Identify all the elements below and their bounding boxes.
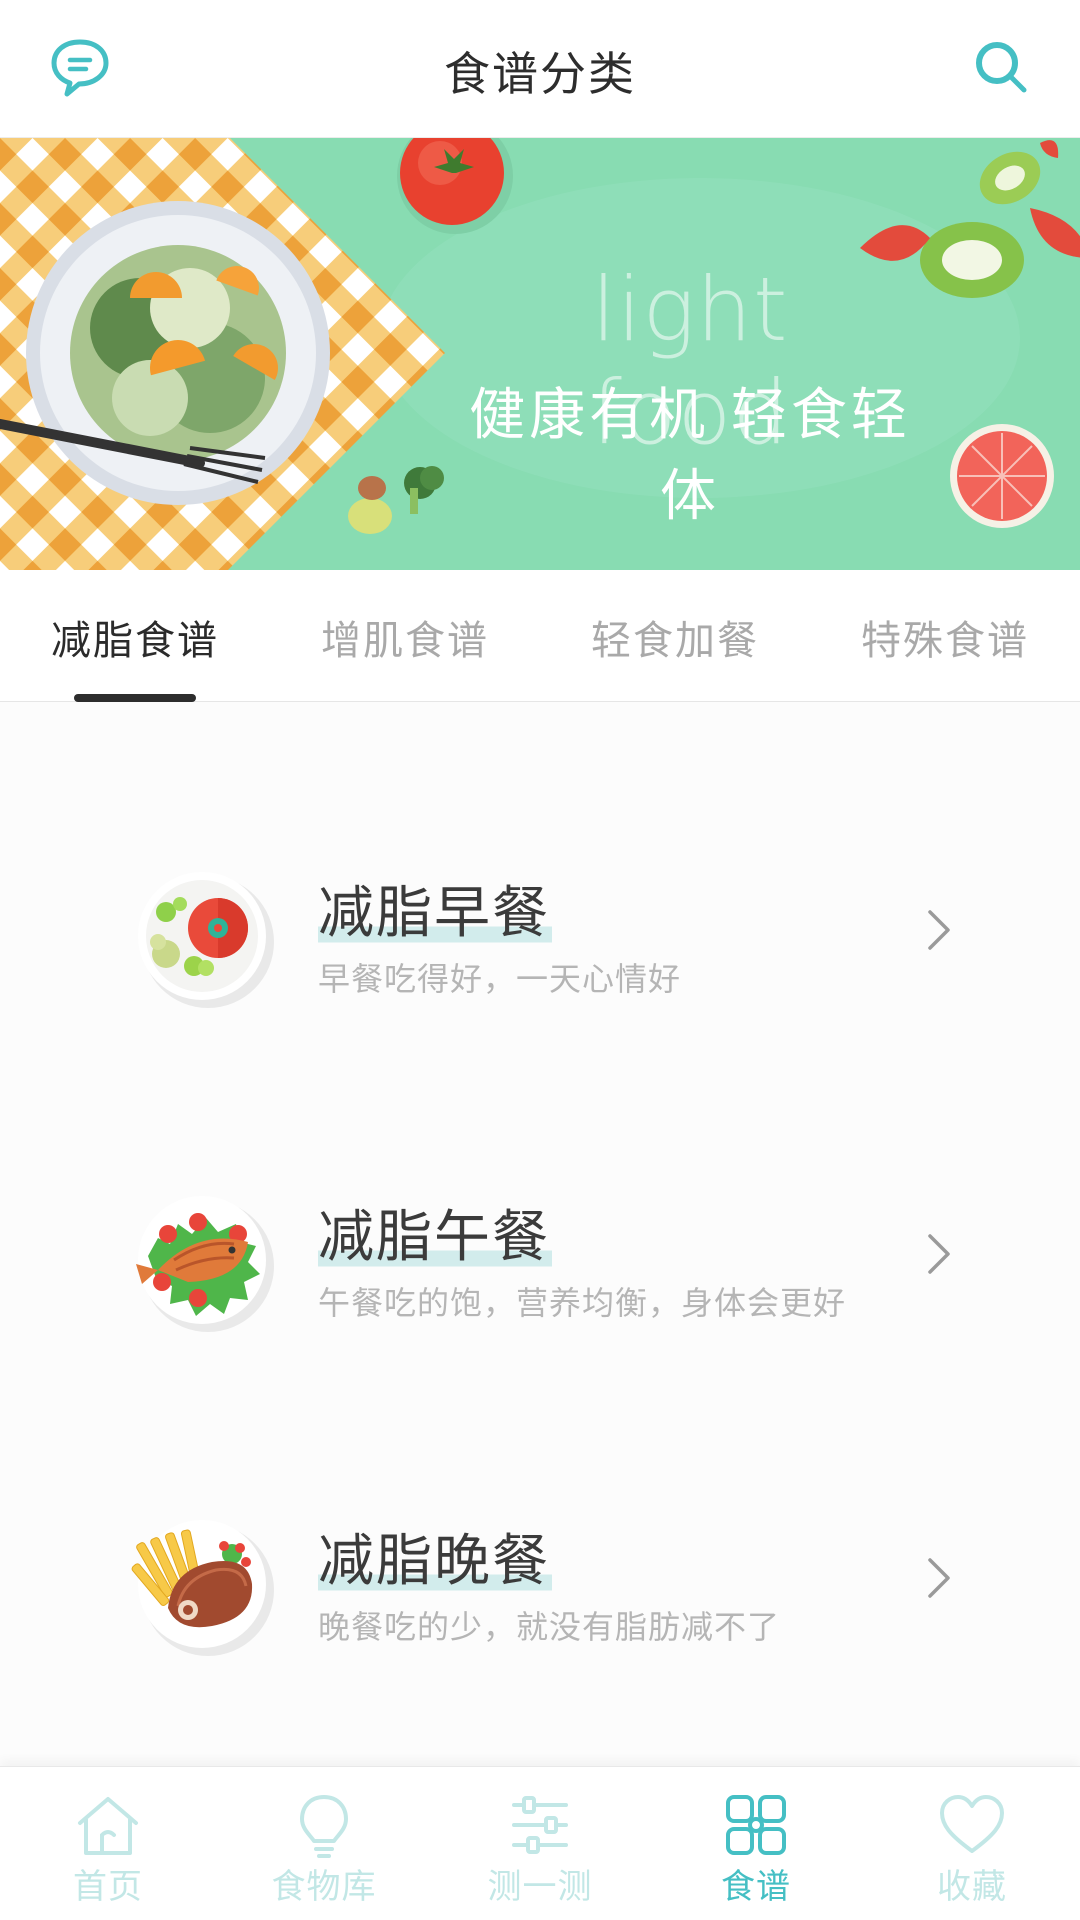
item-title: 减脂早餐: [318, 868, 552, 949]
item-title: 减脂晚餐: [318, 1516, 552, 1597]
steak-plate-icon: [131, 1520, 274, 1656]
top-app-bar: 食谱分类: [0, 0, 1080, 138]
sliders-icon: [512, 1796, 568, 1854]
nav-label: 食物库: [271, 1867, 377, 1907]
search-button[interactable]: [972, 38, 1032, 98]
nav-food-library[interactable]: 食物库: [216, 1767, 432, 1920]
tab-fat-loss[interactable]: 减脂食谱: [0, 608, 270, 666]
chevron-right-icon: [928, 1234, 950, 1274]
active-tab-indicator: [74, 694, 196, 702]
nav-home[interactable]: 首页: [0, 1767, 216, 1920]
home-icon: [78, 1797, 138, 1855]
bottom-navigation: 首页 食物库 测一测 食谱 收藏: [0, 1766, 1080, 1920]
chevron-right-icon: [928, 1558, 950, 1598]
list-item-lunch[interactable]: 减脂午餐 午餐吃的饱，营养均衡，身体会更好: [0, 1146, 1080, 1346]
heart-icon: [940, 1795, 1004, 1853]
nav-label: 收藏: [937, 1867, 1007, 1907]
item-subtitle: 晚餐吃的少，就没有脂肪减不了: [318, 1608, 781, 1646]
tab-muscle-gain[interactable]: 增肌食谱: [270, 608, 540, 666]
item-subtitle: 早餐吃得好，一天心情好: [318, 960, 682, 998]
tab-light-snack[interactable]: 轻食加餐: [540, 608, 810, 666]
nav-recipes[interactable]: 食谱: [648, 1767, 864, 1920]
app-screen: 食谱分类 light food 健康有机 轻食轻体 减脂食谱 增肌食谱 轻食加餐…: [0, 0, 1080, 1920]
nav-label: 食谱: [721, 1867, 791, 1907]
lightbulb-icon: [300, 1795, 348, 1858]
search-icon: [976, 42, 1027, 93]
list-item-breakfast[interactable]: 减脂早餐 早餐吃得好，一天心情好: [0, 822, 1080, 1022]
page-title: 食谱分类: [444, 47, 636, 101]
category-tabs: 减脂食谱 增肌食谱 轻食加餐 特殊食谱: [0, 570, 1080, 702]
tab-special[interactable]: 特殊食谱: [810, 608, 1080, 666]
grid-icon: [726, 1795, 786, 1855]
nav-label: 测一测: [487, 1867, 593, 1907]
promo-banner[interactable]: light food 健康有机 轻食轻体: [0, 138, 1080, 570]
item-subtitle: 午餐吃的饱，营养均衡，身体会更好: [318, 1284, 847, 1322]
nav-label: 首页: [73, 1867, 143, 1907]
chevron-right-icon: [928, 910, 950, 950]
list-item-dinner[interactable]: 减脂晚餐 晚餐吃的少，就没有脂肪减不了: [0, 1470, 1080, 1670]
item-title: 减脂午餐: [318, 1192, 552, 1273]
breakfast-plate-icon: [138, 872, 274, 1008]
nav-favorites[interactable]: 收藏: [864, 1767, 1080, 1920]
fish-plate-icon: [136, 1196, 274, 1332]
nav-test[interactable]: 测一测: [432, 1767, 648, 1920]
banner-slogan: 健康有机 轻食轻体: [469, 383, 911, 529]
